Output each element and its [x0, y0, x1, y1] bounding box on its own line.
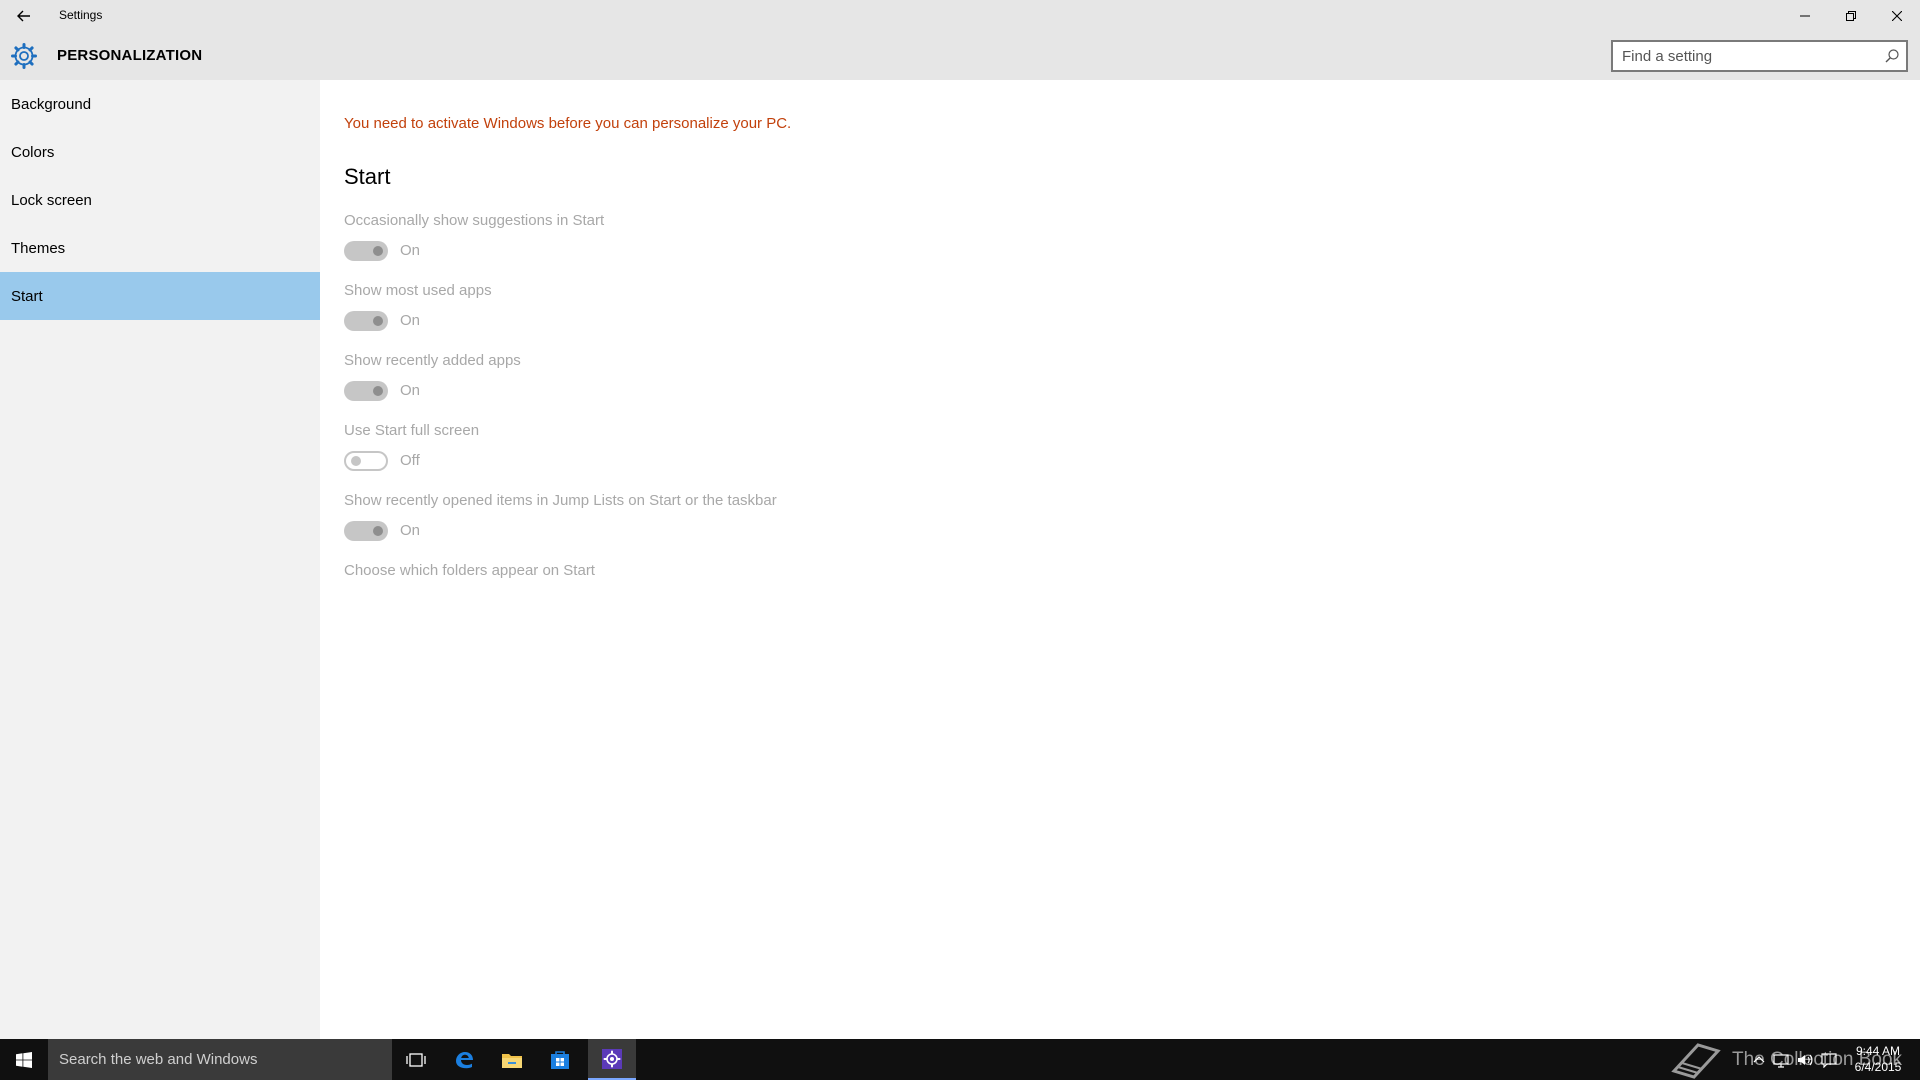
sidebar-item-colors[interactable]: Colors	[0, 128, 320, 176]
search-input[interactable]	[1613, 42, 1873, 70]
toggle-knob	[373, 526, 383, 536]
edge-icon	[456, 1051, 473, 1068]
restore-icon	[1846, 11, 1856, 21]
start-button[interactable]	[0, 1039, 48, 1080]
taskbar-search[interactable]: Search the web and Windows	[48, 1039, 392, 1080]
toggle-knob	[373, 386, 383, 396]
toggle-state-full-screen: Off	[400, 452, 420, 469]
toggle-knob	[351, 456, 361, 466]
windows-logo-icon	[16, 1051, 32, 1068]
back-arrow-icon	[17, 10, 30, 22]
restore-button[interactable]	[1828, 0, 1874, 32]
find-setting-search[interactable]	[1611, 40, 1908, 72]
sidebar-item-themes[interactable]: Themes	[0, 224, 320, 272]
setting-label-jump-lists: Show recently opened items in Jump Lists…	[344, 492, 777, 509]
choose-folders-link[interactable]: Choose which folders appear on Start	[344, 562, 595, 579]
title-bar: Settings	[0, 0, 1920, 32]
setting-label-recently-added: Show recently added apps	[344, 352, 521, 369]
clock-time: 9:44 AM	[1855, 1044, 1901, 1058]
window-title: Settings	[59, 8, 103, 22]
store-icon	[551, 1050, 569, 1069]
network-icon[interactable]	[1772, 1052, 1790, 1068]
file-explorer-icon	[502, 1053, 522, 1068]
toggle-knob	[373, 246, 383, 256]
page-header: PERSONALIZATION	[0, 32, 1920, 80]
close-button[interactable]	[1874, 0, 1920, 32]
store-button[interactable]	[536, 1039, 584, 1080]
toggle-jump-lists[interactable]	[344, 521, 388, 541]
setting-label-full-screen: Use Start full screen	[344, 422, 480, 439]
sidebar-item-label: Background	[11, 95, 92, 113]
search-icon[interactable]	[1884, 48, 1900, 64]
settings-button[interactable]	[588, 1039, 636, 1080]
close-icon	[1892, 11, 1902, 21]
book-icon	[1671, 1042, 1721, 1079]
setting-label-suggestions: Occasionally show suggestions in Start	[344, 212, 605, 229]
sidebar-item-label: Start	[11, 287, 43, 305]
sidebar-item-lock-screen[interactable]: Lock screen	[0, 176, 320, 224]
clock-date: 6/4/2015	[1854, 1060, 1902, 1074]
task-view-button[interactable]	[392, 1039, 440, 1080]
edge-button[interactable]	[440, 1039, 488, 1080]
toggle-suggestions[interactable]	[344, 241, 388, 261]
sidebar-item-start[interactable]: Start	[0, 272, 320, 320]
taskbar: Search the web and Windows The Collectio…	[0, 1039, 1920, 1080]
toggle-knob	[373, 316, 383, 326]
volume-icon[interactable]	[1796, 1052, 1814, 1068]
activation-warning: You need to activate Windows before you …	[344, 115, 792, 132]
toggle-state-jump-lists: On	[400, 522, 421, 539]
toggle-state-recently-added: On	[400, 382, 421, 399]
main-content: You need to activate Windows before you …	[320, 80, 1920, 1039]
setting-label-most-used: Show most used apps	[344, 282, 492, 299]
section-title: Start	[344, 164, 391, 189]
toggle-state-most-used: On	[400, 312, 421, 329]
clock[interactable]: 9:44 AM 6/4/2015	[1850, 1043, 1906, 1075]
sidebar-item-label: Themes	[11, 239, 66, 257]
toggle-full-screen[interactable]	[344, 451, 388, 471]
toggle-state-suggestions: On	[400, 242, 421, 259]
back-button[interactable]	[0, 0, 48, 32]
chevron-up-icon[interactable]	[1752, 1053, 1766, 1067]
toggle-recently-added[interactable]	[344, 381, 388, 401]
file-explorer-button[interactable]	[488, 1039, 536, 1080]
system-tray	[1752, 1039, 1838, 1080]
minimize-icon	[1800, 15, 1810, 17]
toggle-most-used[interactable]	[344, 311, 388, 331]
sidebar: Background Colors Lock screen Themes Sta…	[0, 80, 320, 1039]
sidebar-item-label: Lock screen	[11, 191, 92, 209]
settings-icon	[602, 1048, 622, 1069]
minimize-button[interactable]	[1782, 0, 1828, 32]
task-view-icon	[406, 1052, 426, 1067]
page-title: PERSONALIZATION	[57, 47, 203, 64]
notification-icon[interactable]	[1820, 1052, 1838, 1068]
sidebar-item-background[interactable]: Background	[0, 80, 320, 128]
sidebar-item-label: Colors	[11, 143, 55, 161]
gear-icon	[11, 43, 37, 69]
